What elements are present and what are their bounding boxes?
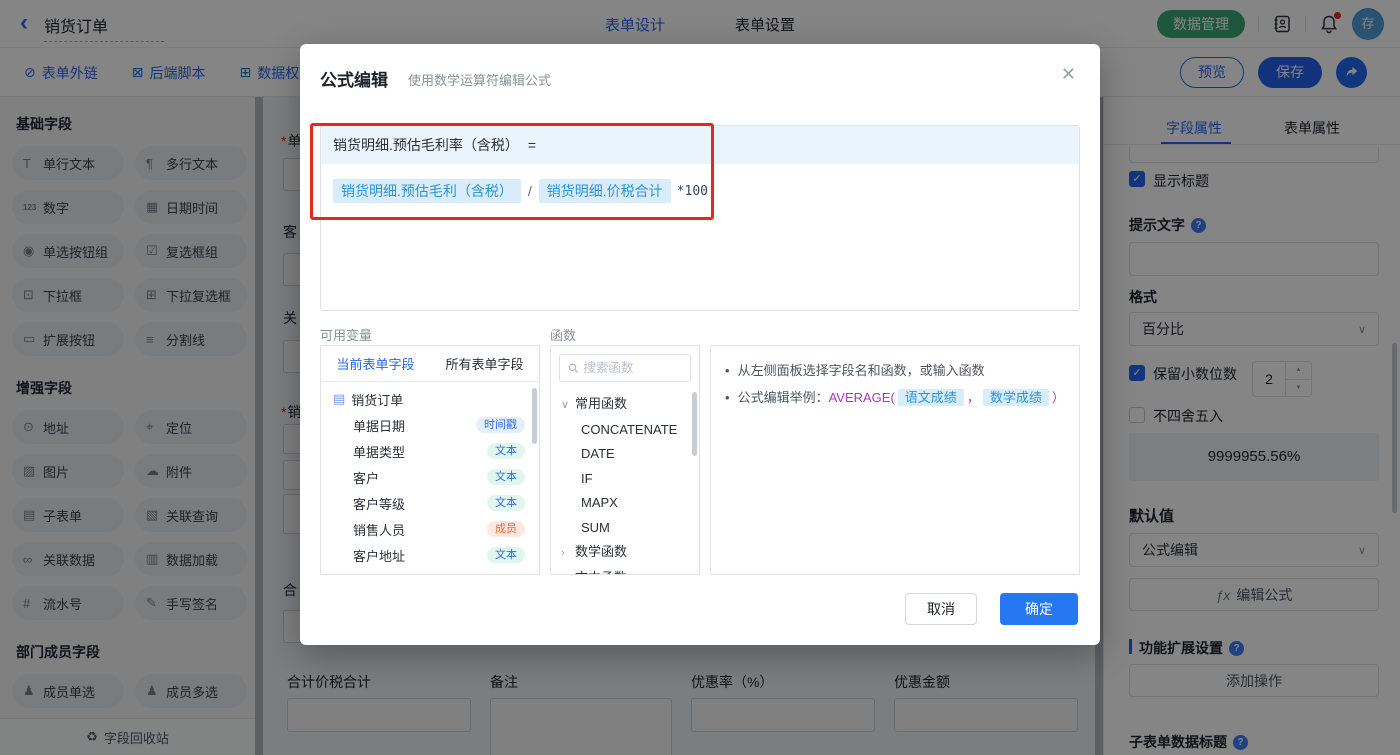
dialog-title: 公式编辑: [320, 71, 388, 90]
tip-prefix: 公式编辑举例：: [737, 390, 829, 405]
functions-scrollbar[interactable]: [692, 392, 697, 456]
variable-row[interactable]: 客户 文本: [321, 464, 539, 490]
function-name: AVERAGE(: [828, 390, 895, 405]
function-search[interactable]: [559, 354, 691, 382]
search-icon: [568, 363, 579, 373]
confirm-button[interactable]: 确定: [1000, 593, 1078, 625]
function-item[interactable]: IF: [561, 467, 699, 492]
close-icon[interactable]: ✕: [1061, 64, 1076, 85]
function-group-text[interactable]: ›文本函数: [561, 566, 699, 575]
variable-row[interactable]: 客户等级 文本: [321, 490, 539, 516]
tip-text: 从左侧面板选择字段名和函数，或输入函数: [737, 363, 985, 378]
chevron-right-icon: ›: [561, 567, 575, 575]
formula-expression-row[interactable]: 销货明细.预估毛利（含税） / 销货明细.价税合计 *100: [321, 164, 1079, 218]
variables-tree: ▤ 销货订单 单据日期 时间戳 单据类型 文本 客户 文本 客户等级 文本 销售人员 成员…: [321, 382, 539, 568]
variable-name: 客户地址: [353, 548, 406, 564]
variables-scrollbar[interactable]: [532, 388, 537, 444]
bullet-icon: •: [725, 390, 730, 405]
function-item[interactable]: DATE: [561, 442, 699, 467]
functions-tree: ∨ 常用函数 CONCATENATE DATE IF MAPX SUM › 数学函数…: [551, 390, 699, 575]
functions-panel: ∨常用函数 CONCATENATE DATE IF MAPX SUM ›数学函数…: [550, 345, 700, 575]
group-name: 常用函数: [575, 396, 628, 411]
variable-name: 单据日期: [353, 418, 406, 434]
example-field-chip: 语文成绩: [897, 389, 964, 406]
form-doc-icon: ▤: [333, 391, 346, 406]
comma: ，: [966, 390, 980, 405]
variables-tabs: 当前表单字段 所有表单字段: [321, 346, 539, 382]
tab-all-form-fields[interactable]: 所有表单字段: [430, 346, 539, 381]
variable-name: 客户等级: [353, 496, 406, 512]
dialog-subtitle: 使用数学运算符编辑公式: [408, 73, 552, 88]
type-badge: 文本: [487, 443, 525, 459]
type-badge: 成员: [487, 521, 525, 537]
divide-operator: /: [527, 183, 532, 199]
function-item[interactable]: SUM: [561, 516, 699, 541]
variable-row[interactable]: 客户地址 文本: [321, 542, 539, 568]
variable-row[interactable]: 单据类型 文本: [321, 438, 539, 464]
function-group-math[interactable]: › 数学函数: [561, 540, 699, 566]
example-field-chip: 数学成绩: [982, 389, 1049, 406]
formula-target-field: 销货明细.预估毛利率（含税）: [333, 137, 519, 153]
group-name: 文本函数: [575, 570, 627, 575]
help-tip: • 从左侧面板选择字段名和函数，或输入函数: [725, 362, 1065, 380]
chevron-down-icon: ∨: [561, 399, 570, 411]
variable-row[interactable]: 单据日期 时间戳: [321, 412, 539, 438]
formula-literal: *100: [676, 183, 708, 199]
formula-field-chip[interactable]: 销货明细.价税合计: [538, 179, 671, 203]
formula-target-row: 销货明细.预估毛利率（含税） =: [321, 126, 1079, 164]
variable-name: 客户: [353, 470, 380, 486]
tip-text: 公式编辑举例：AVERAGE(语文成绩，数学成绩）: [738, 389, 1065, 407]
formula-help-panel: • 从左侧面板选择字段名和函数，或输入函数 • 公式编辑举例：AVERAGE(语…: [710, 345, 1080, 575]
bullet-icon: •: [725, 363, 730, 378]
formula-field-chip[interactable]: 销货明细.预估毛利（含税）: [333, 179, 521, 203]
equals-sign: =: [527, 137, 537, 153]
type-badge: 时间戳: [476, 417, 525, 433]
function-item[interactable]: MAPX: [561, 491, 699, 516]
function-search-input[interactable]: [583, 361, 682, 375]
formula-edit-dialog: 公式编辑 使用数学运算符编辑公式 ✕ 销货明细.预估毛利率（含税） = 销货明细…: [300, 44, 1100, 645]
form-name: 销货订单: [351, 392, 404, 408]
type-badge: 文本: [487, 495, 525, 511]
variable-name: 单据类型: [353, 444, 406, 460]
cancel-button[interactable]: 取消: [905, 593, 977, 625]
group-name: 数学函数: [575, 544, 628, 559]
type-badge: 文本: [487, 547, 525, 563]
functions-section-label: 函数: [550, 328, 577, 343]
closing-paren: ）: [1051, 390, 1065, 405]
chevron-right-icon: ›: [561, 547, 565, 559]
function-group-common[interactable]: ∨ 常用函数: [561, 392, 699, 418]
variables-panel: 当前表单字段 所有表单字段 ▤ 销货订单 单据日期 时间戳 单据类型 文本 客户 文本…: [320, 345, 540, 575]
variables-section-label: 可用变量: [320, 328, 373, 343]
function-item[interactable]: CONCATENATE: [561, 418, 699, 443]
help-tip-example: • 公式编辑举例：AVERAGE(语文成绩，数学成绩）: [725, 389, 1065, 407]
variables-form-node[interactable]: ▤ 销货订单: [321, 386, 539, 412]
formula-editor[interactable]: 销货明细.预估毛利率（含税） = 销货明细.预估毛利（含税） / 销货明细.价税…: [320, 125, 1080, 311]
type-badge: 文本: [487, 469, 525, 485]
variable-row[interactable]: 销售人员 成员: [321, 516, 539, 542]
variable-name: 销售人员: [353, 522, 406, 538]
tab-current-form-fields[interactable]: 当前表单字段: [321, 346, 430, 381]
